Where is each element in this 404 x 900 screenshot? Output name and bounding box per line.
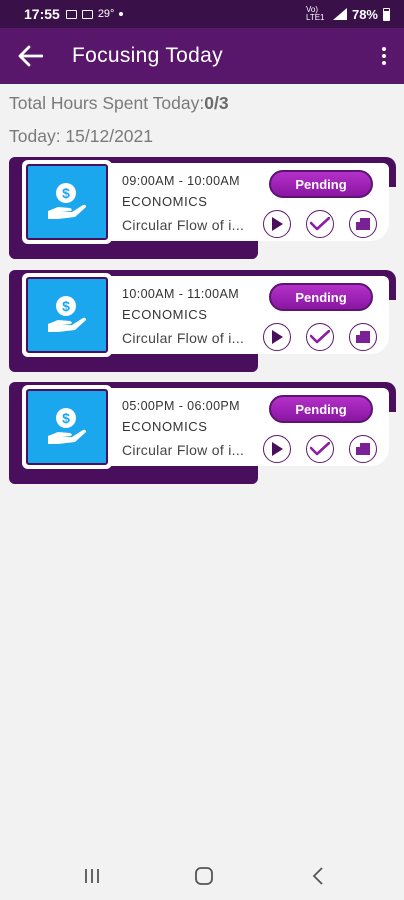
subject-icon-bg: $: [26, 277, 108, 353]
check-icon: [310, 442, 330, 456]
subject-icon-box: $: [22, 385, 112, 469]
status-badge[interactable]: Pending: [269, 170, 373, 198]
status-badge[interactable]: Pending: [269, 283, 373, 311]
weather-temperature: 29°: [97, 8, 115, 20]
back-button[interactable]: [0, 28, 60, 84]
notification-dot-icon: [119, 12, 124, 16]
session-topic: Circular Flow of i...: [122, 330, 245, 346]
hand-money-icon: $: [48, 296, 86, 332]
check-icon: [310, 330, 330, 344]
subject-icon-bg: $: [26, 164, 108, 240]
today-date: Today: 15/12/2021: [9, 126, 154, 146]
subject-icon-box: $: [22, 273, 112, 357]
session-topic: Circular Flow of i...: [122, 442, 245, 458]
total-hours-label: Total Hours Spent Today:: [9, 93, 205, 113]
chat-button[interactable]: [349, 435, 377, 463]
complete-button[interactable]: [306, 210, 334, 238]
chat-icon: [356, 331, 370, 343]
session-subject: ECONOMICS: [122, 194, 208, 209]
status-time: 17:55: [24, 6, 60, 22]
play-icon: [272, 330, 283, 344]
complete-button[interactable]: [306, 323, 334, 351]
subject-icon-box: $: [22, 160, 112, 244]
chat-button[interactable]: [349, 210, 377, 238]
hand-money-icon: $: [48, 408, 86, 444]
session-time: 05:00PM - 06:00PM: [122, 399, 240, 413]
svg-text:$: $: [62, 298, 70, 314]
signal-icon: [332, 8, 347, 20]
svg-text:$: $: [62, 185, 70, 201]
session-topic: Circular Flow of i...: [122, 217, 245, 233]
chat-icon: [356, 443, 370, 455]
system-back-button[interactable]: [306, 864, 330, 888]
play-button[interactable]: [263, 210, 291, 238]
play-icon: [272, 217, 283, 231]
home-icon: [195, 867, 213, 885]
play-icon: [272, 442, 283, 456]
play-button[interactable]: [263, 323, 291, 351]
battery-percent: 78%: [351, 6, 378, 22]
recents-icon: [85, 869, 99, 883]
total-hours-value: 0/3: [204, 93, 229, 113]
session-subject: ECONOMICS: [122, 307, 208, 322]
system-nav-bar: [0, 852, 404, 900]
status-bar: 17:55 29° Vo) LTE1 78%: [0, 0, 404, 28]
arrow-left-icon: [18, 45, 43, 67]
more-options-button[interactable]: [364, 28, 404, 84]
network-label: Vo) LTE1: [305, 5, 325, 22]
image-icon: [81, 9, 93, 19]
chat-icon: [356, 218, 370, 230]
play-button[interactable]: [263, 435, 291, 463]
session-time: 09:00AM - 10:00AM: [122, 174, 240, 188]
battery-icon: [383, 7, 390, 21]
status-badge[interactable]: Pending: [269, 395, 373, 423]
status-right: Vo) LTE1 78%: [306, 6, 390, 22]
session-card[interactable]: $ 09:00AM - 10:00AM ECONOMICS Circular F…: [9, 157, 396, 263]
session-card[interactable]: $ 05:00PM - 06:00PM ECONOMICS Circular F…: [9, 382, 396, 488]
gallery-icon: [65, 9, 77, 19]
total-hours: Total Hours Spent Today:0/3: [9, 93, 229, 114]
hand-money-icon: $: [48, 183, 86, 219]
recents-button[interactable]: [80, 864, 104, 888]
back-chevron-icon: [312, 867, 323, 885]
session-subject: ECONOMICS: [122, 419, 208, 434]
page-title: Focusing Today: [72, 44, 223, 67]
app-bar: Focusing Today: [0, 28, 404, 84]
session-card[interactable]: $ 10:00AM - 11:00AM ECONOMICS Circular F…: [9, 270, 396, 376]
complete-button[interactable]: [306, 435, 334, 463]
svg-text:$: $: [62, 410, 70, 426]
home-button[interactable]: [192, 864, 216, 888]
subject-icon-bg: $: [26, 389, 108, 465]
status-notification-icons: 29°: [65, 8, 124, 20]
session-time: 10:00AM - 11:00AM: [122, 287, 240, 301]
more-vertical-icon: [382, 47, 386, 51]
chat-button[interactable]: [349, 323, 377, 351]
check-icon: [310, 217, 330, 231]
